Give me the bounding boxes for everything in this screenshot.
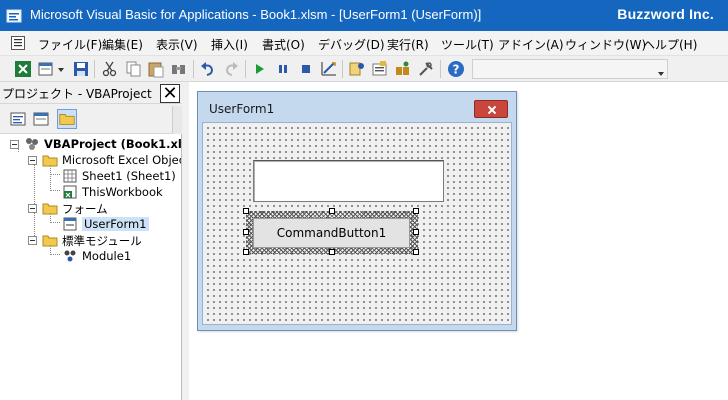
- view-object-icon[interactable]: [31, 109, 51, 129]
- collapse-toggle[interactable]: [28, 236, 37, 245]
- window-title: Microsoft Visual Basic for Applications …: [30, 7, 482, 22]
- command-button[interactable]: CommandButton1: [253, 218, 410, 248]
- tree-label: Sheet1 (Sheet1): [82, 169, 176, 183]
- tree-node-excel-objects[interactable]: Microsoft Excel Objects: [0, 152, 181, 168]
- resize-handle-s[interactable]: [329, 249, 335, 255]
- toolbox-icon[interactable]: [417, 60, 435, 78]
- toolbar-separator: [245, 60, 246, 78]
- menu-file[interactable]: ファイル(F): [38, 36, 102, 53]
- copy-icon[interactable]: [124, 60, 142, 78]
- vba-app-icon[interactable]: [6, 8, 22, 24]
- toolbar-separator: [440, 60, 441, 78]
- menu-window[interactable]: ウィンドウ(W): [565, 36, 646, 53]
- collapse-toggle[interactable]: [28, 204, 37, 213]
- insert-dropdown-icon[interactable]: [58, 68, 64, 72]
- tree-node-userform1[interactable]: UserForm1: [0, 216, 181, 232]
- save-icon[interactable]: [72, 60, 90, 78]
- tree-node-thisworkbook[interactable]: ThisWorkbook: [0, 184, 181, 200]
- project-explorer-icon[interactable]: [348, 60, 366, 78]
- menu-addins[interactable]: アドイン(A): [498, 36, 564, 53]
- properties-icon[interactable]: [371, 60, 389, 78]
- help-icon[interactable]: ?: [447, 60, 465, 78]
- excel-icon[interactable]: [14, 60, 32, 78]
- resize-handle-w[interactable]: [243, 229, 249, 235]
- userform-icon: [63, 217, 77, 231]
- vba-menu-icon[interactable]: [11, 36, 25, 50]
- tree-label: フォーム: [62, 202, 108, 216]
- tree-label: UserForm1: [82, 217, 149, 231]
- menu-view[interactable]: 表示(V): [156, 36, 198, 53]
- tree-node-module1[interactable]: Module1: [0, 248, 181, 264]
- project-tree: VBAProject (Book1.xlsm) Microsoft Excel …: [0, 134, 182, 400]
- undo-icon[interactable]: [199, 60, 217, 78]
- userform-close-button[interactable]: [474, 100, 508, 118]
- menu-help[interactable]: ヘルプ(H): [643, 36, 697, 53]
- toolbar-separator: [193, 60, 194, 78]
- tree-node-modules[interactable]: 標準モジュール: [0, 232, 181, 248]
- insert-form-icon[interactable]: [37, 60, 55, 78]
- menu-debug[interactable]: デバッグ(D): [318, 36, 385, 53]
- redo-icon[interactable]: [222, 60, 240, 78]
- break-icon[interactable]: [274, 60, 292, 78]
- reset-icon[interactable]: [297, 60, 315, 78]
- textbox-control[interactable]: [253, 160, 444, 202]
- toolbar-separator: [94, 60, 95, 78]
- paste-icon[interactable]: [147, 60, 165, 78]
- vba-project-icon: [26, 138, 38, 150]
- view-code-icon[interactable]: [8, 109, 28, 129]
- resize-handle-nw[interactable]: [243, 208, 249, 214]
- standard-toolbar: ?: [0, 56, 728, 82]
- project-pane-title: プロジェクト - VBAProject: [2, 87, 152, 101]
- close-pane-button[interactable]: ✕: [160, 84, 180, 103]
- resize-handle-se[interactable]: [413, 249, 419, 255]
- menu-insert[interactable]: 挿入(I): [211, 36, 248, 53]
- tree-node-forms[interactable]: フォーム: [0, 200, 181, 216]
- run-icon[interactable]: [251, 60, 269, 78]
- cut-icon[interactable]: [101, 60, 119, 78]
- svg-text:?: ?: [453, 63, 460, 77]
- tree-label: Microsoft Excel Objects: [62, 153, 181, 167]
- tree-label: 標準モジュール: [62, 234, 142, 248]
- resize-handle-sw[interactable]: [243, 249, 249, 255]
- object-browser-icon[interactable]: [394, 60, 412, 78]
- find-icon[interactable]: [170, 60, 188, 78]
- project-pane-toolbar: [0, 104, 182, 134]
- tree-label: VBAProject (Book1.xlsm): [44, 137, 182, 151]
- worksheet-icon: [63, 169, 77, 183]
- toggle-folders-icon[interactable]: [57, 109, 77, 129]
- resize-handle-e[interactable]: [413, 229, 419, 235]
- tree-label: Module1: [82, 249, 132, 263]
- menu-edit[interactable]: 編集(E): [102, 36, 143, 53]
- folder-icon: [42, 203, 58, 215]
- folder-icon: [42, 155, 58, 167]
- design-mode-icon[interactable]: [320, 60, 338, 78]
- line-column-indicator: [472, 59, 668, 79]
- resize-handle-n[interactable]: [329, 208, 335, 214]
- resize-handle-ne[interactable]: [413, 208, 419, 214]
- project-pane-header: プロジェクト - VBAProject ✕: [0, 82, 182, 104]
- collapse-toggle[interactable]: [28, 156, 37, 165]
- userform-title: UserForm1: [209, 102, 275, 116]
- pane-scrollbar[interactable]: [172, 106, 182, 134]
- folder-icon: [42, 235, 58, 247]
- collapse-toggle[interactable]: [10, 140, 19, 149]
- menu-bar: ファイル(F) 編集(E) 表示(V) 挿入(I) 書式(O) デバッグ(D) …: [0, 31, 728, 56]
- menu-format[interactable]: 書式(O): [262, 36, 305, 53]
- menu-run[interactable]: 実行(R): [387, 36, 429, 53]
- workbook-icon: [63, 185, 77, 199]
- tree-node-sheet1[interactable]: Sheet1 (Sheet1): [0, 168, 181, 184]
- title-bar: Microsoft Visual Basic for Applications …: [0, 0, 728, 31]
- chevron-down-icon[interactable]: [658, 72, 664, 76]
- brand-label: Buzzword Inc.: [617, 6, 714, 22]
- tree-node-vbaproject[interactable]: VBAProject (Book1.xlsm): [0, 136, 182, 152]
- tree-label: ThisWorkbook: [82, 185, 163, 199]
- toolbar-separator: [342, 60, 343, 78]
- module-icon: [64, 250, 76, 262]
- menu-tools[interactable]: ツール(T): [441, 36, 494, 53]
